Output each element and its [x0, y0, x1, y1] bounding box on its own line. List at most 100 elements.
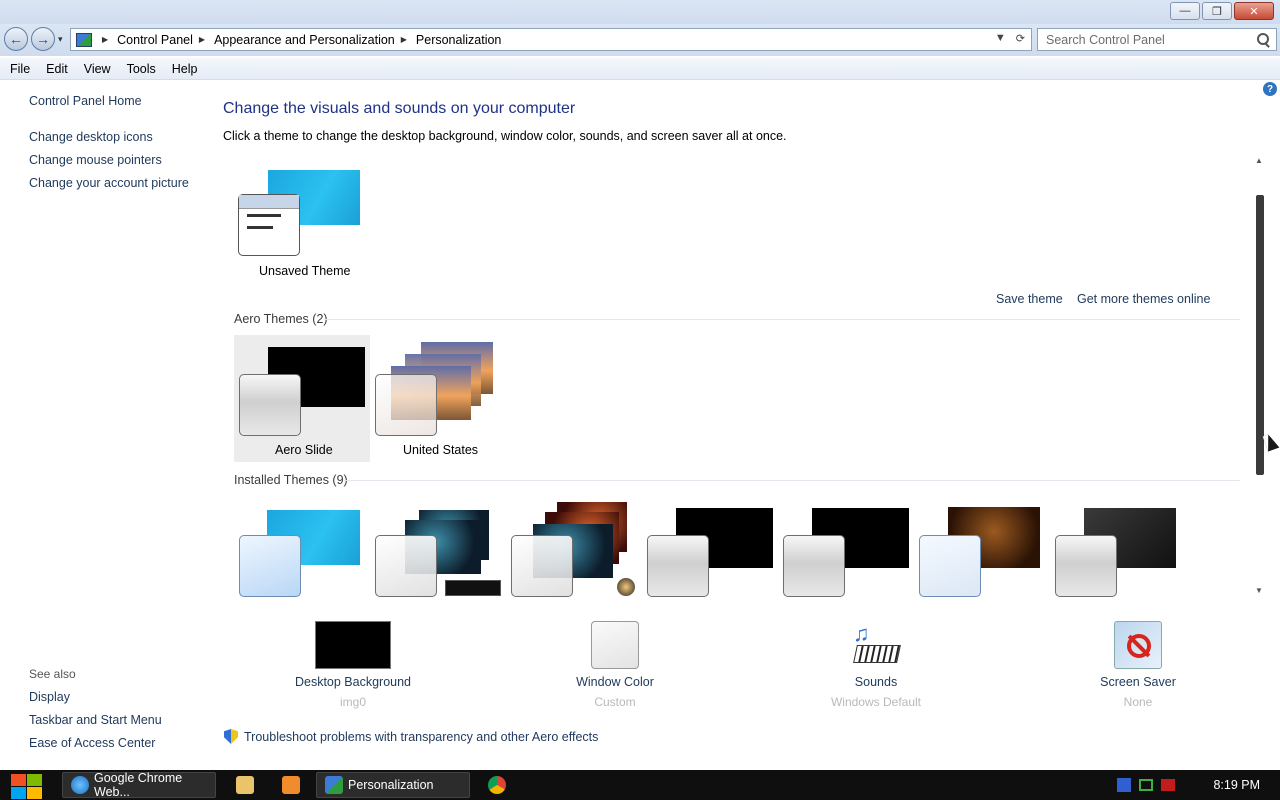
window-preview-icon [239, 535, 301, 597]
theme-label[interactable]: United States [403, 443, 478, 457]
breadcrumb-control-panel[interactable]: Control Panel [117, 33, 193, 47]
ease-of-access-link[interactable]: Ease of Access Center [29, 736, 155, 750]
installed-theme[interactable] [919, 507, 1043, 597]
desktop-background-value: img0 [339, 695, 366, 709]
scroll-down-arrow-icon[interactable]: ▼ [1255, 586, 1263, 595]
change-desktop-icons-link[interactable]: Change desktop icons [29, 130, 153, 144]
search-icon[interactable] [1254, 31, 1272, 49]
action-center-flag-icon[interactable] [1117, 778, 1132, 792]
theme-label[interactable]: Aero Slide [275, 443, 333, 457]
breadcrumb-personalization[interactable]: Personalization [416, 33, 501, 47]
system-tray: 8:19 PM [1117, 770, 1260, 800]
taskbar-start-menu-link[interactable]: Taskbar and Start Menu [29, 713, 162, 727]
window-titlebar: — ❐ ✕ [0, 0, 1280, 24]
change-account-picture-link[interactable]: Change your account picture [29, 176, 189, 190]
scrollbar-thumb[interactable] [1256, 195, 1264, 475]
start-button[interactable] [8, 772, 44, 800]
help-icon[interactable]: ? [1263, 82, 1277, 96]
taskbar-item-personalization[interactable]: Personalization [316, 772, 470, 798]
desktop-background-icon [315, 621, 391, 669]
mouse-cursor-icon [1262, 432, 1280, 452]
installed-theme[interactable] [647, 508, 775, 598]
folder-icon [236, 776, 254, 794]
breadcrumb-separator-icon[interactable]: ▶ [199, 35, 205, 44]
menu-view[interactable]: View [78, 62, 117, 76]
theme-united-states[interactable] [375, 340, 499, 440]
troubleshoot-label[interactable]: Troubleshoot problems with transparency … [244, 730, 598, 744]
installed-theme[interactable] [783, 508, 911, 598]
installed-theme[interactable] [511, 502, 639, 598]
taskbar-item-media[interactable] [274, 772, 306, 798]
installed-theme[interactable] [375, 510, 501, 600]
page-subtitle: Click a theme to change the desktop back… [223, 129, 787, 143]
display-link[interactable]: Display [29, 690, 70, 704]
window-color-label[interactable]: Window Color [565, 675, 665, 689]
page-title: Change the visuals and sounds on your co… [223, 100, 576, 117]
restore-button[interactable]: ❐ [1202, 2, 1232, 20]
breadcrumb-appearance[interactable]: Appearance and Personalization [214, 33, 395, 47]
control-panel-icon [76, 32, 92, 47]
search-input[interactable] [1046, 32, 1254, 47]
section-divider [344, 480, 1240, 481]
minimize-button[interactable]: — [1170, 2, 1200, 20]
network-icon[interactable] [1139, 779, 1154, 791]
taskbar-item-explorer[interactable] [228, 772, 260, 798]
window-color-icon [591, 621, 639, 669]
menu-edit[interactable]: Edit [40, 62, 74, 76]
menu-tools[interactable]: Tools [121, 62, 162, 76]
theme-label[interactable]: Unsaved Theme [259, 264, 351, 278]
save-theme-link[interactable]: Save theme [996, 292, 1063, 306]
get-more-themes-link[interactable]: Get more themes online [1077, 292, 1210, 306]
breadcrumb-separator-icon[interactable]: ▶ [401, 35, 407, 44]
theme-unsaved[interactable] [238, 170, 362, 260]
window-preview-icon [375, 535, 437, 597]
control-panel-home-link[interactable]: Control Panel Home [29, 94, 142, 108]
clock[interactable]: 8:19 PM [1213, 778, 1260, 792]
window-preview-icon [239, 374, 301, 436]
troubleshoot-link[interactable]: Troubleshoot problems with transparency … [224, 729, 598, 744]
taskbar-item-chrome[interactable] [480, 772, 512, 798]
window-preview-icon [1055, 535, 1117, 597]
desktop-background-label[interactable]: Desktop Background [290, 675, 416, 689]
change-mouse-pointers-link[interactable]: Change mouse pointers [29, 153, 162, 167]
taskbar-item-ie[interactable]: Google Chrome Web... [62, 771, 216, 799]
menu-help[interactable]: Help [166, 62, 204, 76]
theme-preview-image [617, 578, 635, 596]
search-box[interactable] [1037, 28, 1277, 51]
desktop-background-item[interactable]: Desktop Background img0 [290, 621, 416, 709]
sounds-label[interactable]: Sounds [826, 675, 926, 689]
aero-themes-section-title: Aero Themes (2) [234, 312, 328, 326]
theme-aero-slide[interactable] [239, 347, 367, 439]
window-preview-icon [511, 535, 573, 597]
recent-pages-chevron-icon[interactable]: ▾ [58, 34, 63, 45]
breadcrumb-separator-icon[interactable]: ▶ [102, 35, 108, 44]
installed-theme[interactable] [239, 510, 363, 600]
back-button[interactable]: ← [4, 27, 28, 51]
sounds-item[interactable]: ♫ Sounds Windows Default [826, 621, 926, 709]
address-bar[interactable]: ▶ Control Panel ▶ Appearance and Persona… [70, 28, 1032, 51]
forward-button[interactable]: → [31, 27, 55, 51]
address-row: ← → ▾ ▶ Control Panel ▶ Appearance and P… [0, 24, 1280, 56]
menu-file[interactable]: File [4, 62, 36, 76]
screen-saver-item[interactable]: Screen Saver None [1088, 621, 1188, 709]
address-dropdown-icon[interactable]: ▼ [995, 32, 1006, 45]
window-color-value: Custom [594, 695, 636, 709]
refresh-icon[interactable]: ⟳ [1016, 32, 1025, 45]
window-preview-icon [647, 535, 709, 597]
taskbar-item-label: Google Chrome Web... [94, 771, 183, 799]
see-also-title: See also [29, 667, 76, 681]
window-preview-icon [238, 194, 300, 256]
installed-theme[interactable] [1055, 508, 1179, 598]
sounds-icon: ♫ [851, 621, 901, 669]
window-preview-icon [783, 535, 845, 597]
section-divider [324, 319, 1240, 320]
scroll-up-arrow-icon[interactable]: ▲ [1255, 156, 1263, 165]
volume-muted-icon[interactable] [1161, 779, 1176, 791]
installed-themes-section-title: Installed Themes (9) [234, 473, 348, 487]
screen-saver-label[interactable]: Screen Saver [1088, 675, 1188, 689]
window-color-item[interactable]: Window Color Custom [565, 621, 665, 709]
close-button[interactable]: ✕ [1234, 2, 1274, 20]
internet-explorer-icon [71, 776, 89, 794]
menu-bar: File Edit View Tools Help [0, 58, 1280, 80]
taskbar: Google Chrome Web... Personalization 8:1… [0, 770, 1280, 800]
